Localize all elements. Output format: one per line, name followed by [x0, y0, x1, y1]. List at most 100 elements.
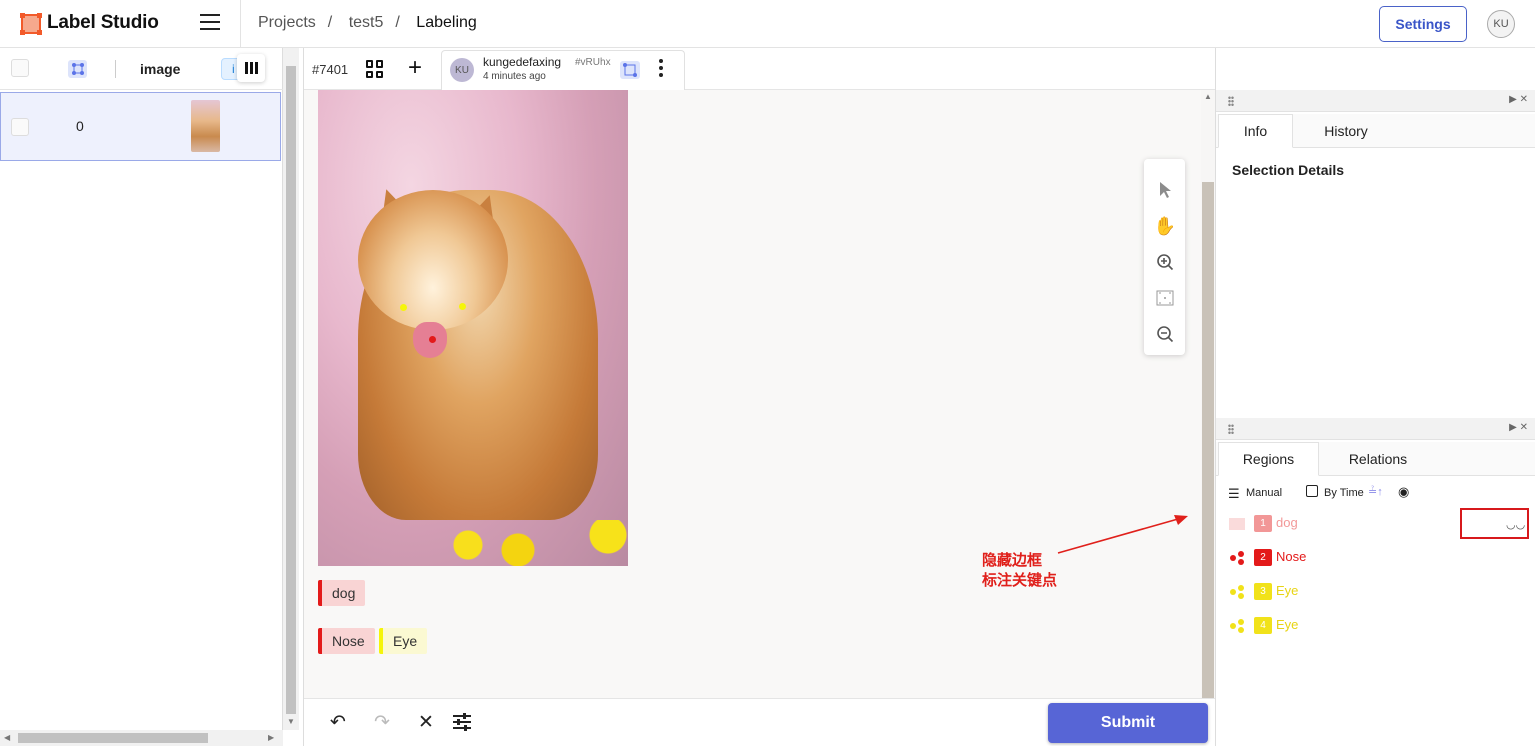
- keypoint-icon: [68, 60, 87, 78]
- list-icon: ☰: [1228, 486, 1240, 501]
- scroll-down-icon[interactable]: ▼: [287, 717, 295, 726]
- dog-head: [358, 190, 508, 330]
- settings-sliders-icon[interactable]: [451, 711, 473, 733]
- divider: [240, 0, 241, 48]
- redo-icon[interactable]: ↷: [371, 711, 393, 733]
- region-number: 2: [1254, 549, 1272, 566]
- horizontal-scrollbar[interactable]: ◀ ▶: [0, 730, 283, 746]
- close-icon[interactable]: ✕: [415, 711, 437, 733]
- panel-controls[interactable]: ▶ ✕: [1509, 94, 1528, 105]
- label-nose[interactable]: Nose: [318, 628, 375, 654]
- annotator-name: kungedefaxing: [483, 55, 562, 69]
- app-name: Label Studio: [47, 12, 159, 33]
- grid-icon[interactable]: [366, 60, 384, 78]
- details-tabs: Info History: [1216, 114, 1535, 148]
- row-index: 0: [76, 118, 84, 134]
- bottom-toolbar: ↶ ↷ ✕ Submit: [304, 698, 1216, 746]
- scroll-up-icon[interactable]: ▲: [1204, 92, 1212, 101]
- scrollbar-thumb[interactable]: [18, 733, 208, 743]
- submit-button[interactable]: Submit: [1048, 703, 1208, 743]
- tab-regions[interactable]: Regions: [1218, 442, 1319, 476]
- breadcrumb-separator: /: [395, 14, 400, 31]
- zoom-in-icon[interactable]: [1154, 251, 1176, 273]
- eye-keypoint[interactable]: [400, 304, 407, 311]
- annotation-note: 隐藏边框 标注关键点: [982, 551, 1057, 591]
- region-label: Eye: [1276, 583, 1299, 598]
- region-label: Nose: [1276, 549, 1307, 564]
- keypoint-icon: [620, 61, 640, 79]
- region-number: 1: [1254, 515, 1272, 532]
- drag-handle-icon[interactable]: [1228, 424, 1234, 434]
- vertical-scrollbar[interactable]: ▼: [283, 48, 299, 730]
- regions-toolbar: ☰ Manual By Time ≟↑ ◉: [1226, 482, 1526, 504]
- sort-select[interactable]: By Time: [1324, 487, 1364, 499]
- pointer-icon[interactable]: [1154, 179, 1176, 201]
- table-header: image i: [0, 48, 283, 90]
- select-all-checkbox[interactable]: [11, 59, 29, 77]
- zoom-out-icon[interactable]: [1154, 323, 1176, 345]
- scroll-left-icon[interactable]: ◀: [4, 733, 10, 742]
- label-dog[interactable]: dog: [318, 580, 366, 606]
- nose-keypoint[interactable]: [429, 336, 436, 343]
- divider: [115, 60, 116, 78]
- eye-icon[interactable]: ◉: [1398, 484, 1409, 500]
- scrollbar-thumb[interactable]: [1202, 182, 1214, 698]
- menu-icon[interactable]: [200, 14, 220, 32]
- task-id: #7401: [312, 62, 349, 77]
- region-number: 4: [1254, 617, 1272, 634]
- top-bar: Label Studio Projects / test5 / Labeling S…: [0, 0, 1535, 48]
- canvas-scrollbar[interactable]: ▲: [1201, 90, 1215, 698]
- breadcrumb-project[interactable]: test5: [349, 14, 384, 31]
- table-row[interactable]: 0: [0, 92, 281, 161]
- hand-icon[interactable]: ✋: [1154, 215, 1176, 237]
- region-item[interactable]: 4 Eye: [1226, 614, 1526, 638]
- tab-info[interactable]: Info: [1218, 114, 1293, 148]
- labeled-image[interactable]: [318, 90, 628, 566]
- breadcrumb-projects[interactable]: Projects: [258, 14, 316, 31]
- data-manager-panel: image i 0: [0, 48, 283, 746]
- label-eye[interactable]: Eye: [379, 628, 428, 654]
- scroll-right-icon[interactable]: ▶: [268, 733, 274, 742]
- region-item[interactable]: 2 Nose: [1226, 546, 1526, 570]
- region-label: Eye: [1276, 617, 1299, 632]
- plus-icon[interactable]: +: [408, 54, 422, 82]
- annotation-note-line: 隐藏边框: [982, 552, 1043, 569]
- scrollbar-thumb[interactable]: [286, 66, 296, 714]
- columns-icon[interactable]: [237, 54, 265, 82]
- breadcrumb-current: Labeling: [416, 14, 477, 31]
- drag-handle-icon[interactable]: [1228, 96, 1234, 106]
- calendar-icon: [1306, 485, 1318, 497]
- keypoint-icon: [1230, 551, 1244, 565]
- sort-order-icon[interactable]: ≟↑: [1368, 485, 1383, 498]
- keypoint-icon: [1230, 619, 1244, 633]
- row-checkbox[interactable]: [11, 118, 29, 136]
- tab-relations[interactable]: Relations: [1328, 442, 1428, 476]
- breadcrumb-separator: /: [327, 14, 333, 31]
- image-toolbar: ✋: [1144, 159, 1185, 355]
- fit-icon[interactable]: [1154, 287, 1176, 309]
- grouping-select[interactable]: Manual: [1246, 487, 1282, 499]
- undo-icon[interactable]: ↶: [327, 711, 349, 733]
- regions-tabs: Regions Relations: [1216, 442, 1535, 476]
- label-studio-logo[interactable]: [20, 13, 42, 35]
- keypoint-icon: [1230, 585, 1244, 599]
- annotation-note-line: 标注关键点: [982, 572, 1058, 589]
- user-avatar[interactable]: KU: [1487, 10, 1515, 38]
- side-panel: ▶ ✕ Info History Selection Details ▶ ✕ R…: [1215, 48, 1535, 746]
- tab-history[interactable]: History: [1306, 114, 1386, 148]
- panel-controls[interactable]: ▶ ✕: [1509, 422, 1528, 433]
- column-header-image[interactable]: image: [140, 61, 180, 77]
- region-item[interactable]: 3 Eye: [1226, 580, 1526, 604]
- panel-header[interactable]: ▶ ✕: [1216, 90, 1535, 112]
- panel-header[interactable]: ▶ ✕: [1216, 418, 1535, 440]
- rectangle-icon: [1229, 518, 1245, 530]
- annotation-bar: #7401 + KU kungedefaxing #vRUhx 4 minute…: [304, 48, 1216, 90]
- breadcrumb: Projects / test5 / Labeling: [258, 14, 489, 32]
- yellow-flowers: [428, 520, 628, 566]
- region-number: 3: [1254, 583, 1272, 600]
- annotation-time: 4 minutes ago: [483, 71, 546, 82]
- more-vertical-icon[interactable]: [659, 59, 663, 80]
- eye-keypoint[interactable]: [459, 303, 466, 310]
- annotation-tab[interactable]: KU kungedefaxing #vRUhx 4 minutes ago: [441, 50, 685, 90]
- settings-button[interactable]: Settings: [1379, 6, 1467, 42]
